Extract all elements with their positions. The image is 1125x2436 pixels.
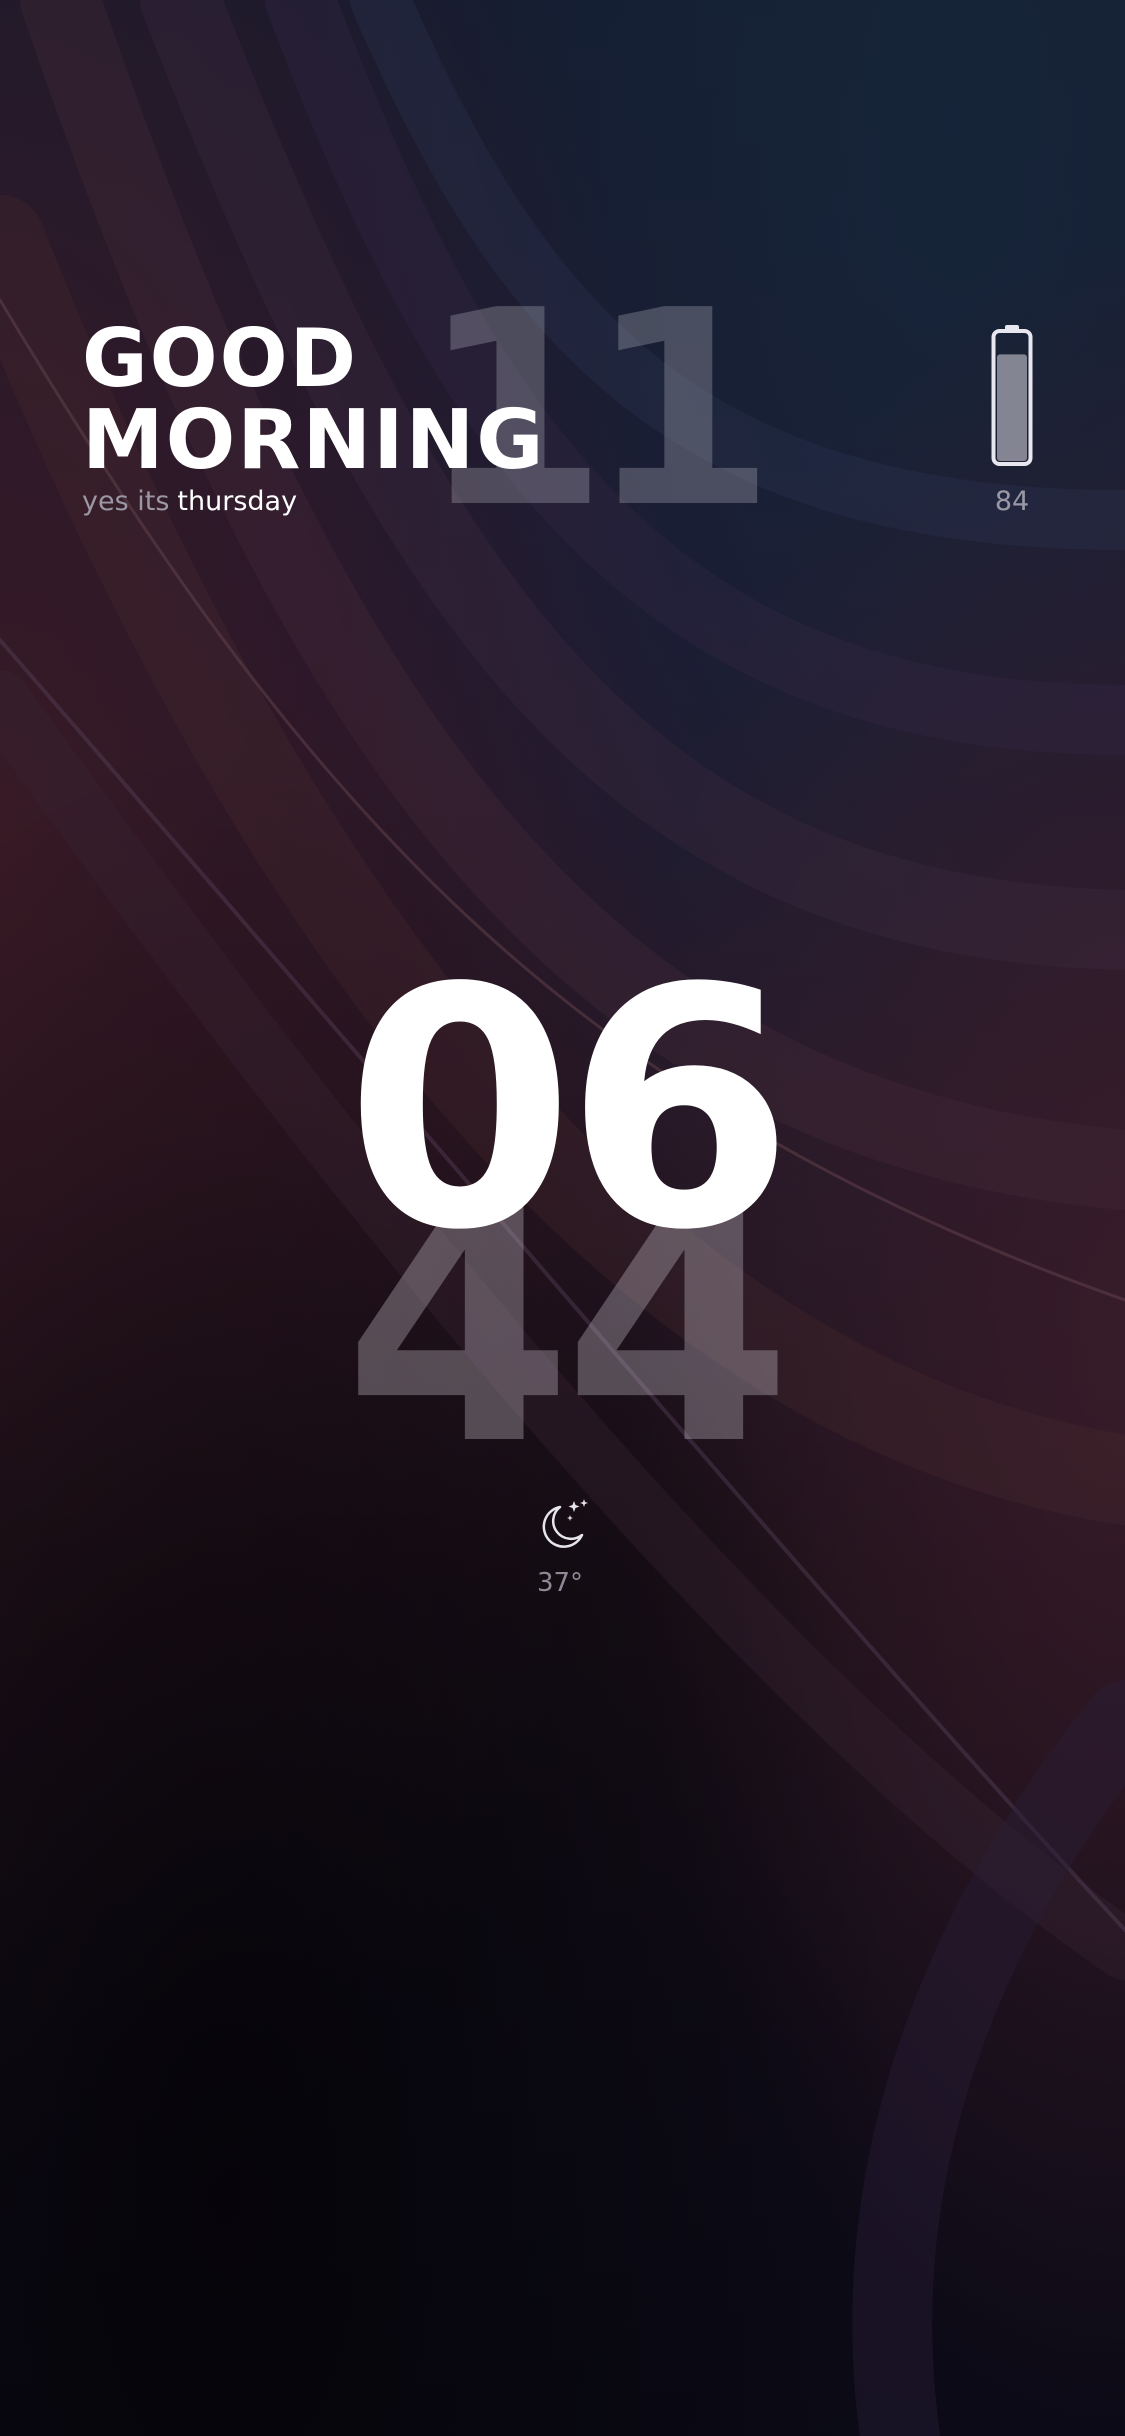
temperature-readout: 37° (536, 1568, 584, 1598)
weekday-prefix: yes its (82, 486, 170, 517)
battery-fill (997, 354, 1027, 461)
battery-percentage: 84 (994, 486, 1030, 517)
battery-icon (991, 325, 1033, 466)
clock-hour: 06 (345, 918, 794, 1302)
weekday-name: thursday (177, 486, 298, 517)
lock-screen: 11 GOOD MORNING yes its thursday 84 44 06… (0, 0, 1125, 2436)
weekday-subtitle: yes its thursday (82, 486, 297, 517)
greeting-line-1: GOOD (82, 312, 359, 405)
greeting-line-2: MORNING (82, 393, 546, 488)
greeting-heading: GOOD MORNING (82, 318, 546, 482)
